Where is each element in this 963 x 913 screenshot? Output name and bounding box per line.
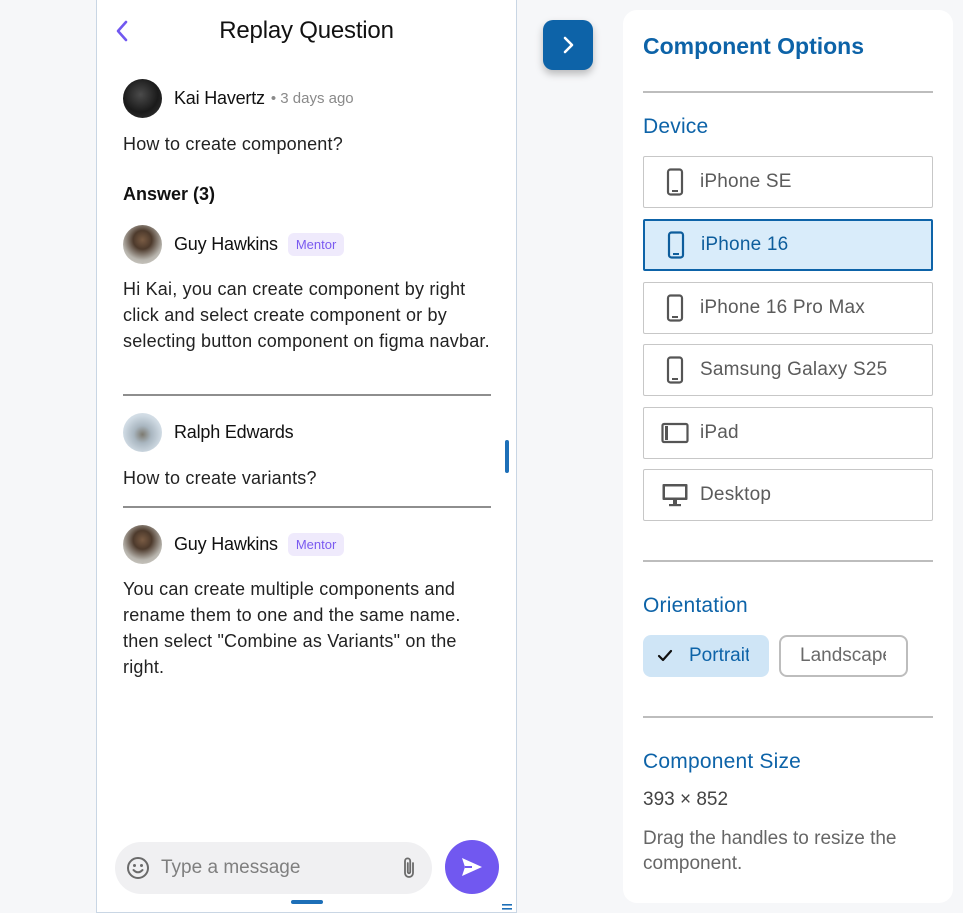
- mentor-badge: Mentor: [287, 232, 345, 256]
- page-title: Replay Question: [219, 17, 394, 44]
- device-option-samsung-galaxy-s25[interactable]: Samsung Galaxy S25: [643, 344, 933, 396]
- message-text: Hi Kai, you can create component by righ…: [123, 279, 490, 351]
- message-author-row: Guy Hawkins Mentor: [123, 524, 491, 564]
- phone-icon: [660, 167, 690, 197]
- panel-toggle-button[interactable]: [543, 20, 593, 70]
- smiley-icon: [127, 857, 149, 879]
- question-text: How to create component?: [123, 134, 343, 154]
- device-label: Desktop: [700, 484, 772, 505]
- checkmark-icon: [657, 647, 675, 665]
- component-size-hint: Drag the handles to resize the component…: [643, 828, 897, 874]
- component-size-heading: Component Size: [643, 750, 802, 773]
- attach-button[interactable]: [398, 855, 420, 881]
- message-composer: [115, 842, 432, 894]
- orientation-label: Portrait: [689, 645, 749, 666]
- divider: [643, 91, 933, 93]
- divider: [643, 560, 933, 562]
- send-icon: [462, 858, 482, 876]
- panel-title: Component Options: [643, 33, 865, 59]
- device-label: iPhone SE: [700, 171, 792, 192]
- avatar[interactable]: [123, 224, 162, 264]
- device-option-iphone-16[interactable]: iPhone 16: [643, 219, 933, 271]
- author-name[interactable]: Guy Hawkins: [174, 234, 278, 255]
- device-option-iphone-16-pro-max[interactable]: iPhone 16 Pro Max: [643, 282, 933, 334]
- orientation-portrait-button[interactable]: Portrait: [643, 635, 769, 677]
- phone-icon: [660, 293, 690, 323]
- device-heading: Device: [643, 115, 709, 138]
- component-size-value: 393 × 852: [643, 789, 729, 810]
- device-label: iPhone 16: [701, 234, 789, 255]
- avatar[interactable]: [123, 78, 162, 118]
- orientation-label: Landscape: [800, 645, 886, 666]
- avatar[interactable]: [123, 524, 162, 564]
- component-options-panel: Component Options Device iPhone SE iPhon…: [623, 10, 953, 903]
- paperclip-icon: [404, 857, 414, 878]
- desktop-icon: [660, 480, 690, 510]
- divider: [123, 506, 491, 508]
- author-name[interactable]: Guy Hawkins: [174, 534, 278, 555]
- message-author-row: Guy Hawkins Mentor: [123, 224, 491, 264]
- phone-icon: [660, 355, 690, 385]
- send-button[interactable]: [445, 840, 499, 894]
- phone-header: Replay Question: [97, 0, 516, 64]
- tablet-icon: [660, 418, 690, 448]
- divider: [123, 394, 491, 396]
- question-author-row: Kai Havertz • 3 days ago: [123, 78, 491, 118]
- device-label: Samsung Galaxy S25: [700, 359, 888, 380]
- device-option-ipad[interactable]: iPad: [643, 407, 933, 459]
- device-label: iPad: [700, 422, 739, 443]
- answers-label: Answer (3): [123, 184, 216, 204]
- emoji-button[interactable]: [125, 855, 151, 881]
- orientation-heading: Orientation: [643, 594, 748, 617]
- chevron-right-icon: [563, 36, 574, 54]
- device-option-desktop[interactable]: Desktop: [643, 469, 933, 521]
- message-text: How to create variants?: [123, 468, 317, 488]
- message-author-row: Ralph Edwards: [123, 412, 491, 452]
- orientation-landscape-button[interactable]: Landscape: [779, 635, 908, 677]
- avatar[interactable]: [123, 412, 162, 452]
- phone-preview: Replay Question Kai Havertz • 3 days ago…: [96, 0, 517, 913]
- phone-icon: [661, 230, 691, 260]
- resize-handle[interactable]: [501, 898, 513, 910]
- divider: [643, 716, 933, 718]
- device-option-iphone-se[interactable]: iPhone SE: [643, 156, 933, 208]
- scrollbar-thumb[interactable]: [505, 440, 509, 473]
- message-input[interactable]: [161, 854, 391, 882]
- home-indicator: [291, 900, 323, 904]
- mentor-badge: Mentor: [287, 532, 345, 556]
- device-label: iPhone 16 Pro Max: [700, 297, 865, 318]
- author-name[interactable]: Ralph Edwards: [174, 422, 294, 443]
- resize-grip-icon: [502, 904, 512, 910]
- timestamp: • 3 days ago: [270, 89, 354, 107]
- message-text: You can create multiple components and r…: [123, 579, 461, 677]
- author-name[interactable]: Kai Havertz: [174, 88, 265, 109]
